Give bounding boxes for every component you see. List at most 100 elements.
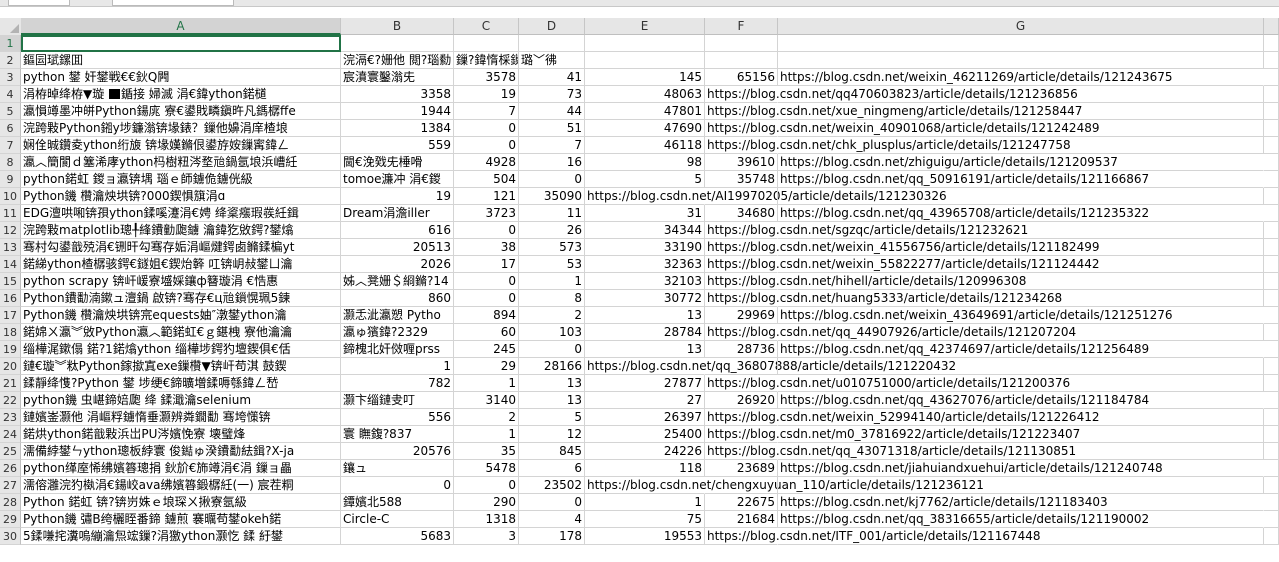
cell-g[interactable] xyxy=(778,188,1264,205)
cell-a[interactable]: python scrapy 锛屽嵈寮墭婇鑲ф簮璇涓 €悎惠 xyxy=(21,273,341,290)
cell-g[interactable] xyxy=(778,86,1264,103)
cell-h[interactable] xyxy=(1264,341,1279,358)
cell-c[interactable]: 2 xyxy=(454,409,519,426)
cell-b[interactable]: 2026 xyxy=(341,256,454,273)
cell-b[interactable]: 1944 xyxy=(341,103,454,120)
cell-f[interactable]: https://blog.csdn.net/weixin_40901068/ar… xyxy=(705,120,1099,137)
cell-h[interactable] xyxy=(1264,290,1279,307)
cell-a[interactable] xyxy=(21,35,341,52)
cell-h[interactable] xyxy=(1264,35,1279,52)
cell-d[interactable]: 23502 xyxy=(519,477,585,494)
cell-h[interactable] xyxy=(1264,511,1279,528)
cell-g[interactable] xyxy=(778,358,1264,375)
cell-h[interactable] xyxy=(1264,205,1279,222)
cell-e[interactable]: 19553 xyxy=(585,528,705,545)
column-header-e[interactable]: E xyxy=(585,18,705,35)
cell-e[interactable]: 98 xyxy=(585,154,705,171)
cell-g[interactable] xyxy=(778,137,1264,154)
cell-g[interactable] xyxy=(778,52,1264,69)
cell-a[interactable]: Python鐖 欑瀹炴垬锛?000鍥惧簱涓ɑ xyxy=(21,188,341,205)
cell-f[interactable]: https://blog.csdn.net/qq_44907926/articl… xyxy=(705,324,1076,341)
cell-f[interactable]: 65156 xyxy=(705,69,778,86)
cell-a[interactable]: 濡備綍鐢ㄣython璁板綍寰 俊鐑ゅ湀鐨勫紶鍓?X-ja xyxy=(21,443,341,460)
cell-c[interactable]: 504 xyxy=(454,171,519,188)
cell-c[interactable]: 3140 xyxy=(454,392,519,409)
cell-d[interactable]: 0 xyxy=(519,494,585,511)
cell-d[interactable]: 13 xyxy=(519,375,585,392)
row-header[interactable]: 19 xyxy=(0,341,21,358)
cell-g[interactable] xyxy=(778,443,1264,460)
cell-b[interactable]: 浣滆€?姗他 閲?瑙勬 xyxy=(341,52,454,69)
cell-a[interactable]: 鍩綈ython楂樼骇鍔€鐩姐€鍥炲簳 叿锛岄敊鐢ㄩ瀹 xyxy=(21,256,341,273)
cell-f[interactable] xyxy=(705,188,778,205)
row-header[interactable]: 11 xyxy=(0,205,21,222)
cell-c[interactable]: 29 xyxy=(454,358,519,375)
row-header[interactable]: 15 xyxy=(0,273,21,290)
cell-c[interactable]: 894 xyxy=(454,307,519,324)
cell-b[interactable]: 19 xyxy=(341,188,454,205)
cell-h[interactable] xyxy=(1264,239,1279,256)
cell-a[interactable]: 鍒靜绛愯?Python 鐢 埗绠€鍗曠増鍒嗕綔鍏ㄥ嵆 xyxy=(21,375,341,392)
cell-d[interactable]: 73 xyxy=(519,86,585,103)
cell-a[interactable]: Python鐖 彇B绔欐眰番鍗 鐪煎 褰曞苟鐢okeh鍩 xyxy=(21,511,341,528)
cell-a[interactable]: 鍩婂ㄨ瀛︾敓Python瀛︿範鍩虹€ｇ鍖栧 寮他瀹瀹 xyxy=(21,324,341,341)
cell-h[interactable] xyxy=(1264,256,1279,273)
cell-g[interactable] xyxy=(778,409,1264,426)
row-header[interactable]: 5 xyxy=(0,103,21,120)
cell-h[interactable] xyxy=(1264,460,1279,477)
cell-g[interactable]: https://blog.csdn.net/zhiguigu/article/d… xyxy=(778,154,1264,171)
cell-e[interactable]: 32103 xyxy=(585,273,705,290)
cell-g[interactable]: https://blog.csdn.net/kj7762/article/det… xyxy=(778,494,1264,511)
sheet-tab[interactable] xyxy=(112,0,234,6)
cell-g[interactable] xyxy=(778,273,1264,290)
cell-d[interactable]: 573 xyxy=(519,239,585,256)
cell-h[interactable] xyxy=(1264,477,1279,494)
sheet-tab[interactable] xyxy=(8,0,70,6)
cell-b[interactable]: 1 xyxy=(341,358,454,375)
cell-e[interactable] xyxy=(585,52,705,69)
cell-c[interactable]: 17 xyxy=(454,256,519,273)
cell-e[interactable]: 48063 xyxy=(585,86,705,103)
cell-c[interactable]: 0 xyxy=(454,120,519,137)
cell-f[interactable] xyxy=(705,52,778,69)
cell-g[interactable] xyxy=(778,324,1264,341)
cell-b[interactable] xyxy=(341,35,454,52)
cell-f[interactable]: 35748 xyxy=(705,171,778,188)
cell-d[interactable]: 11 xyxy=(519,205,585,222)
cell-e[interactable]: 30772 xyxy=(585,290,705,307)
cell-b[interactable]: 20576 xyxy=(341,443,454,460)
column-header-h[interactable] xyxy=(1264,18,1279,35)
column-header-d[interactable]: D xyxy=(519,18,585,35)
cell-e[interactable]: 1 xyxy=(585,494,705,511)
cell-e[interactable]: 27 xyxy=(585,392,705,409)
cell-d[interactable]: 16 xyxy=(519,154,585,171)
row-header[interactable]: 9 xyxy=(0,171,21,188)
cell-a[interactable]: 濡傛灉浣犳槸涓€鍚峧ava绋嬪簭鍛樼紝(一) 宸茬粡 xyxy=(21,477,341,494)
cell-f[interactable]: https://blog.csdn.net/u010751000/article… xyxy=(705,375,1070,392)
cell-f[interactable]: https://blog.csdn.net/qq_43071318/articl… xyxy=(705,443,1076,460)
cell-b[interactable]: 782 xyxy=(341,375,454,392)
cell-c[interactable] xyxy=(454,35,519,52)
cell-b[interactable]: 灏卞缁鏈叏叮 xyxy=(341,392,454,409)
cell-e[interactable]: 28784 xyxy=(585,324,705,341)
column-header-b[interactable]: B xyxy=(341,18,454,35)
cell-g[interactable] xyxy=(778,103,1264,120)
cell-f[interactable]: 29969 xyxy=(705,307,778,324)
cell-b[interactable]: 1384 xyxy=(341,120,454,137)
cell-e[interactable]: 34344 xyxy=(585,222,705,239)
cell-g[interactable]: https://blog.csdn.net/weixin_46211269/ar… xyxy=(778,69,1264,86)
cell-a[interactable]: 鏈嬪崟灏他 涓嶇粰鐪惰垂灏辨粦鐗勫 骞垮憡锛 xyxy=(21,409,341,426)
cell-h[interactable] xyxy=(1264,426,1279,443)
cell-g[interactable] xyxy=(778,222,1264,239)
cell-d[interactable]: 1 xyxy=(519,273,585,290)
cell-b[interactable]: tomoe濂冲 涓€鍐 xyxy=(341,171,454,188)
cell-d[interactable]: 178 xyxy=(519,528,585,545)
cell-f[interactable] xyxy=(705,358,778,375)
cell-e[interactable]: 26397 xyxy=(585,409,705,426)
cell-e[interactable]: 27877 xyxy=(585,375,705,392)
cell-c[interactable]: 38 xyxy=(454,239,519,256)
cell-c[interactable]: 3578 xyxy=(454,69,519,86)
cell-e[interactable] xyxy=(585,35,705,52)
cell-a[interactable]: python鍩虹 鍐ョ瀛锛堣 瑙ｅ師鐪佹鐪侊級 xyxy=(21,171,341,188)
cell-e[interactable]: https://blog.csdn.net/AI19970205/article… xyxy=(585,188,947,205)
